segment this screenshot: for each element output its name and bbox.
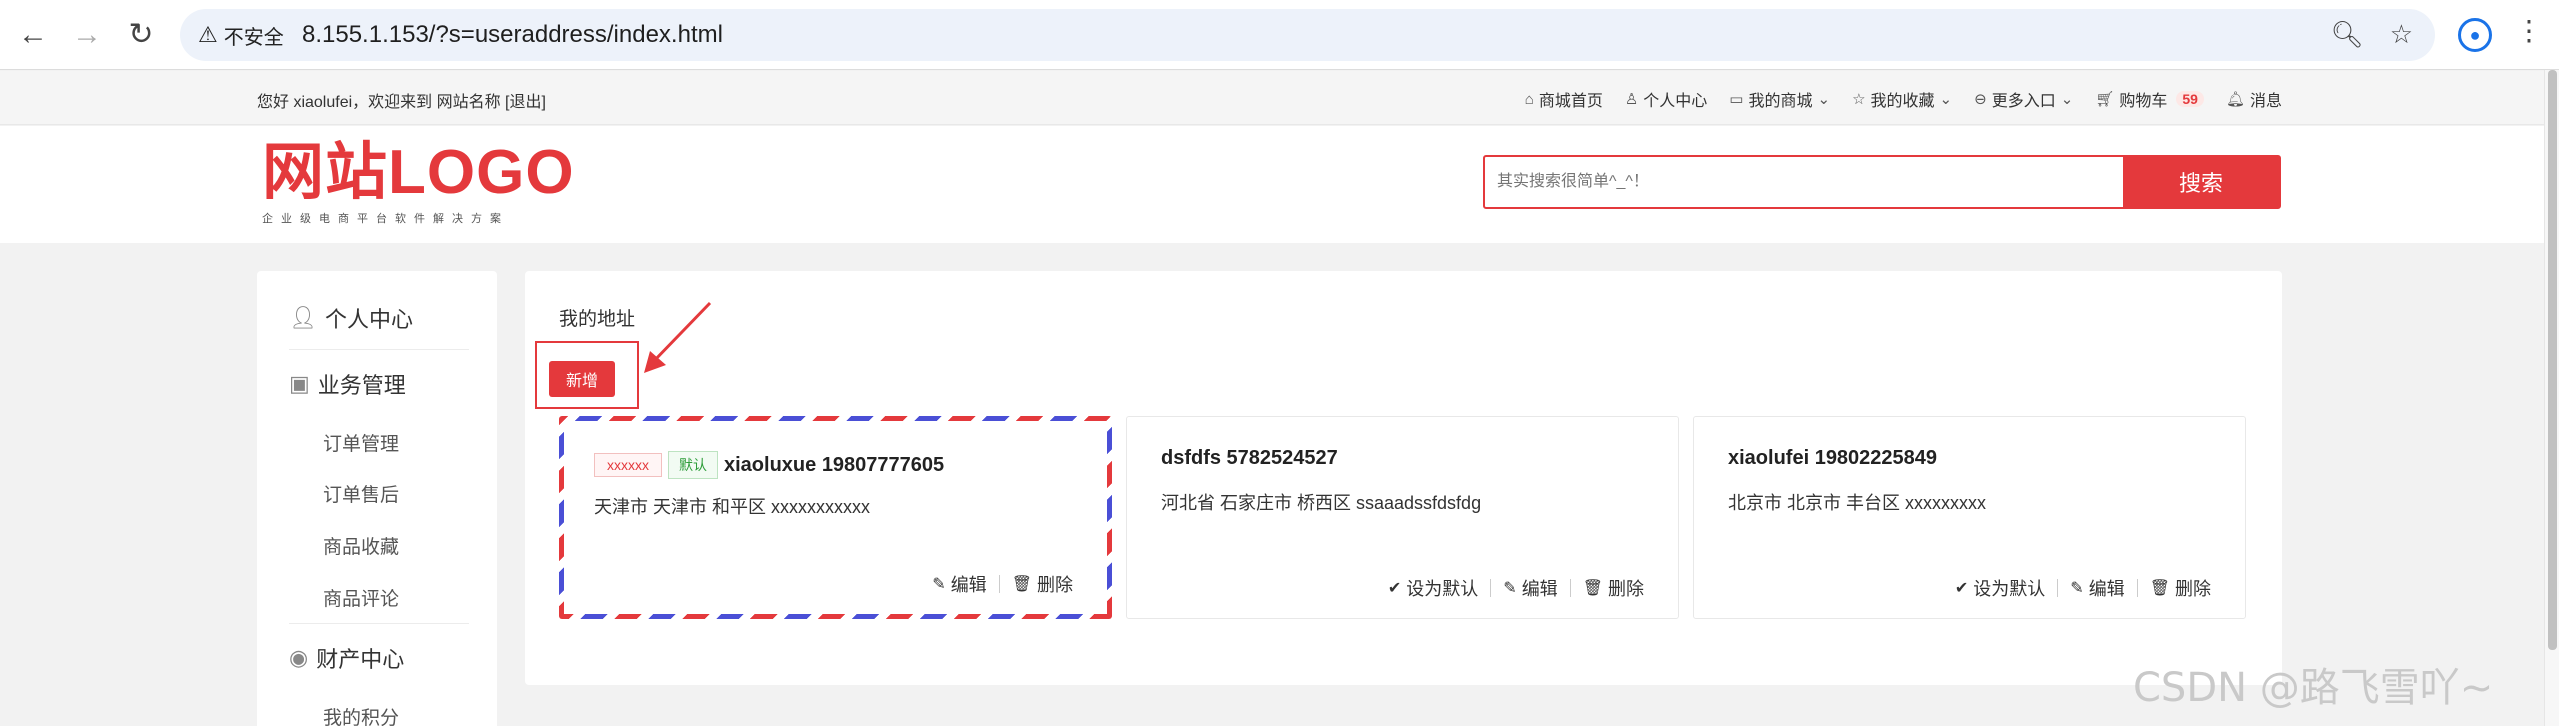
address-card[interactable]: xiaolufei 19802225849 北京市 北京市 丰台区 xxxxxx… — [1693, 416, 2246, 619]
sidebar-section-business[interactable]: ▣ 业务管理 — [289, 368, 406, 400]
check-circle-icon: ✔ — [1387, 580, 1402, 597]
edit-button[interactable]: ✎ 编辑 — [932, 571, 986, 597]
top-nav-messages[interactable]: 🔔︎ 消息 — [2226, 87, 2282, 111]
site-logo[interactable]: 网站LOGO 企业级电商平台软件解决方案 — [262, 142, 575, 226]
home-icon: ⌂ — [1524, 90, 1534, 108]
sidebar-item-points[interactable]: 我的积分 — [323, 703, 399, 726]
chevron-down-icon: ⌄ — [2060, 91, 2074, 108]
bell-icon: 🔔︎ — [2225, 91, 2245, 108]
user-sidebar: 👤︎ 个人中心 ▣ 业务管理 订单管理 订单售后 商品收藏 商品评论 ◉ 财产中… — [257, 271, 497, 726]
action-separator — [1569, 579, 1571, 597]
edit-icon: ✎ — [932, 576, 946, 593]
address-card[interactable]: dsfdfs 5782524527 河北省 石家庄市 桥西区 ssaaadssf… — [1126, 416, 1679, 619]
action-separator — [998, 575, 1000, 593]
sidebar-divider — [289, 349, 469, 350]
zoom-icon[interactable]: 🔍︎ — [2331, 19, 2364, 50]
mall-icon: ▭ — [1729, 91, 1744, 108]
profile-icon[interactable]: ● — [2458, 18, 2492, 52]
csdn-watermark: CSDN @路飞雪吖~ — [2133, 665, 2494, 711]
top-nav: ⌂ 商城首页 ♙ 个人中心 ▭ 我的商城 ⌄ ☆ 我的收藏 ⌄ ⊖ 更多入口 ⌄ 🛒︎ 购物车 59… — [1525, 87, 2282, 111]
address-name-phone: xiaolufei 19802225849 — [1728, 447, 1938, 469]
search-box: 搜索 — [1483, 155, 2281, 209]
user-icon: ♙ — [1624, 91, 1639, 108]
more-icon: ⊖ — [1974, 91, 1987, 108]
browser-menu-icon[interactable]: ⋮ — [2515, 14, 2543, 47]
edit-button[interactable]: ✎ 编辑 — [1503, 575, 1557, 601]
trash-icon: 🗑︎ — [1582, 580, 1603, 597]
back-icon[interactable]: ← — [16, 18, 50, 52]
trash-icon: 🗑︎ — [2149, 580, 2170, 597]
address-bar[interactable]: ⚠ 不安全 8.155.1.153/?s=useraddress/index.h… — [180, 9, 2435, 61]
security-label: 不安全 — [223, 26, 284, 49]
delete-button[interactable]: 🗑︎ 删除 — [1012, 571, 1073, 597]
alias-tag: xxxxxx — [594, 453, 662, 477]
address-card-default[interactable]: xxxxxx 默认 xiaoluxue 19807777605 天津市 天津市 … — [559, 416, 1112, 619]
clipboard-icon: ▣ — [289, 371, 310, 396]
search-button[interactable]: 搜索 — [2123, 157, 2279, 207]
logo-subtitle: 企业级电商平台软件解决方案 — [262, 213, 509, 225]
address-name-phone: xiaoluxue 19807777605 — [724, 453, 945, 476]
delete-button[interactable]: 🗑︎ 删除 — [2150, 575, 2211, 601]
sidebar-item-after-sales[interactable]: 订单售后 — [323, 480, 399, 507]
forward-icon[interactable]: → — [70, 18, 104, 52]
url-text[interactable]: 8.155.1.153/?s=useraddress/index.html — [302, 21, 723, 49]
warning-icon: ⚠ — [198, 22, 218, 47]
address-text: 北京市 北京市 丰台区 xxxxxxxxx — [1728, 493, 1987, 513]
page-title: 我的地址 — [559, 309, 636, 330]
logo-text: 网站LOGO — [262, 138, 575, 207]
security-chip[interactable]: ⚠ 不安全 — [192, 18, 290, 52]
site-topbar: 您好 xiaolufei，欢迎来到 网站名称 [退出] ⌂ 商城首页 ♙ 个人中心 … — [0, 71, 2544, 125]
search-input[interactable] — [1485, 157, 2125, 207]
set-default-button[interactable]: ✔ 设为默认 — [1388, 575, 1478, 601]
chevron-down-icon: ⌄ — [1939, 91, 1953, 108]
address-text: 河北省 石家庄市 桥西区 ssaaadssfdsfdg — [1161, 493, 1482, 513]
top-nav-home[interactable]: ⌂ 商城首页 — [1525, 87, 1603, 111]
top-nav-cart[interactable]: 🛒︎ 购物车 59 — [2095, 87, 2204, 111]
wallet-icon: ◉ — [289, 645, 309, 670]
sidebar-section-assets[interactable]: ◉ 财产中心 — [289, 642, 404, 674]
welcome-text: 您好 xiaolufei，欢迎来到 网站名称 [退出] — [257, 94, 546, 111]
sidebar-divider — [289, 623, 469, 624]
action-separator — [2057, 579, 2059, 597]
cart-icon: 🛒︎ — [2095, 91, 2115, 108]
sidebar-item-orders[interactable]: 订单管理 — [323, 429, 399, 456]
edit-icon: ✎ — [1503, 580, 1517, 597]
page-scrollbar[interactable] — [2544, 70, 2559, 726]
top-nav-user-center[interactable]: ♙ 个人中心 — [1625, 87, 1707, 111]
sidebar-section-user-center[interactable]: 👤︎ 个人中心 — [289, 302, 413, 334]
check-circle-icon: ✔ — [1954, 580, 1969, 597]
top-nav-more[interactable]: ⊖ 更多入口 ⌄ — [1974, 87, 2073, 111]
address-panel: 我的地址 新增 xxxxxx 默认 xiaoluxue 19807777605 … — [525, 271, 2282, 685]
star-icon: ☆ — [1852, 91, 1866, 108]
action-separator — [1490, 579, 1492, 597]
add-address-button[interactable]: 新增 — [549, 361, 615, 397]
bookmark-star-icon[interactable]: ☆ — [2390, 19, 2413, 50]
action-separator — [2136, 579, 2138, 597]
address-name-phone: dsfdfs 5782524527 — [1161, 447, 1338, 469]
default-tag: 默认 — [668, 451, 718, 479]
top-nav-favorites[interactable]: ☆ 我的收藏 ⌄ — [1852, 87, 1952, 111]
edit-button[interactable]: ✎ 编辑 — [2070, 575, 2124, 601]
annotation-arrow — [644, 301, 712, 373]
sidebar-item-favorites[interactable]: 商品收藏 — [323, 532, 399, 559]
chevron-down-icon: ⌄ — [1817, 91, 1831, 108]
address-text: 天津市 天津市 和平区 xxxxxxxxxxx — [594, 497, 871, 517]
delete-button[interactable]: 🗑︎ 删除 — [1583, 575, 1644, 601]
edit-icon: ✎ — [2070, 580, 2084, 597]
top-nav-my-mall[interactable]: ▭ 我的商城 ⌄ — [1729, 87, 1830, 111]
site-header: 网站LOGO 企业级电商平台软件解决方案 搜索 — [0, 126, 2544, 243]
cart-count-badge: 59 — [2176, 91, 2204, 107]
reload-icon[interactable]: ↻ — [124, 18, 158, 52]
browser-toolbar: ← → ↻ ⚠ 不安全 8.155.1.153/?s=useraddress/i… — [0, 0, 2559, 70]
scrollbar-thumb[interactable] — [2548, 70, 2557, 650]
trash-icon: 🗑︎ — [1011, 576, 1032, 593]
sidebar-item-reviews[interactable]: 商品评论 — [323, 584, 399, 611]
set-default-button[interactable]: ✔ 设为默认 — [1955, 575, 2045, 601]
person-icon: 👤︎ — [289, 305, 317, 330]
